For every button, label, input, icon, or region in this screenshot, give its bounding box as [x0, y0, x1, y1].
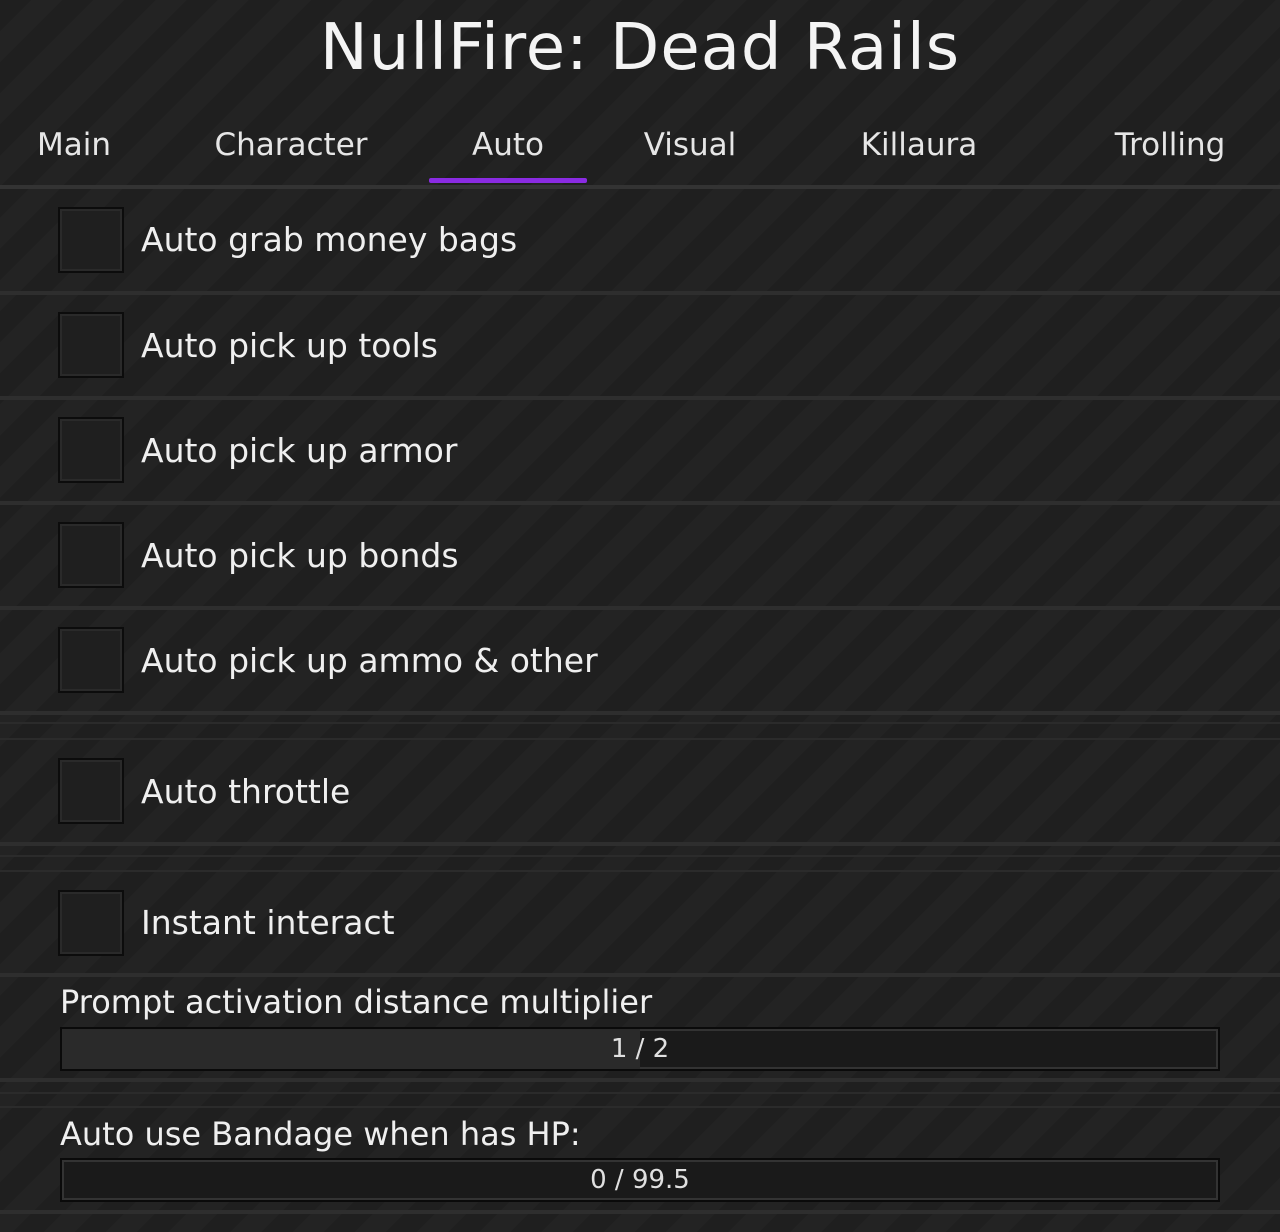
toggle-row-money-bags[interactable]: Auto grab money bags: [0, 189, 1280, 292]
checkbox[interactable]: [58, 522, 124, 588]
slider-bandage-hp[interactable]: 0 / 99.5: [60, 1158, 1220, 1202]
divider: [0, 855, 1280, 857]
divider: [0, 711, 1280, 715]
divider: [0, 722, 1280, 724]
tab-main[interactable]: Main: [0, 120, 148, 172]
checkbox[interactable]: [58, 417, 124, 483]
checkbox[interactable]: [58, 758, 124, 824]
divider: [0, 973, 1280, 977]
tab-visual[interactable]: Visual: [620, 120, 760, 172]
divider: [0, 738, 1280, 740]
tab-trolling[interactable]: Trolling: [1090, 120, 1250, 172]
active-tab-indicator: [429, 178, 587, 183]
toggle-row-instant-interact[interactable]: Instant interact: [0, 873, 1280, 974]
tab-character[interactable]: Character: [196, 120, 386, 172]
tab-killaura[interactable]: Killaura: [838, 120, 1000, 172]
tab-bar: Main Character Auto Visual Killaura Trol…: [0, 120, 1280, 186]
divider: [0, 1106, 1280, 1108]
window-title: NullFire: Dead Rails: [319, 11, 961, 85]
toggle-label: Auto pick up armor: [141, 431, 458, 470]
divider: [0, 1210, 1280, 1214]
toggle-row-ammo[interactable]: Auto pick up ammo & other: [0, 610, 1280, 712]
toggle-label: Auto pick up bonds: [141, 536, 459, 575]
checkbox[interactable]: [58, 207, 124, 273]
divider: [0, 870, 1280, 872]
tab-auto[interactable]: Auto: [429, 120, 587, 172]
toggle-label: Auto throttle: [141, 772, 351, 811]
checkbox[interactable]: [58, 627, 124, 693]
checkbox[interactable]: [58, 312, 124, 378]
toggle-label: Auto pick up tools: [141, 326, 438, 365]
toggle-row-tools[interactable]: Auto pick up tools: [0, 295, 1280, 397]
slider-value: 0 / 99.5: [590, 1165, 690, 1195]
toggle-label: Auto grab money bags: [141, 220, 518, 259]
slider-prompt-distance[interactable]: 1 / 2: [60, 1027, 1220, 1071]
divider: [0, 1078, 1280, 1082]
divider: [0, 1092, 1280, 1094]
checkbox[interactable]: [58, 890, 124, 956]
toggle-row-armor[interactable]: Auto pick up armor: [0, 400, 1280, 502]
slider-label-bandage-hp: Auto use Bandage when has HP:: [60, 1115, 581, 1153]
toggle-label: Instant interact: [141, 903, 395, 942]
toggle-label: Auto pick up ammo & other: [141, 641, 598, 680]
toggle-row-auto-throttle[interactable]: Auto throttle: [0, 741, 1280, 843]
slider-label-prompt-distance: Prompt activation distance multiplier: [60, 983, 653, 1021]
slider-value: 1 / 2: [610, 1034, 670, 1064]
toggle-row-bonds[interactable]: Auto pick up bonds: [0, 505, 1280, 607]
divider: [0, 842, 1280, 846]
